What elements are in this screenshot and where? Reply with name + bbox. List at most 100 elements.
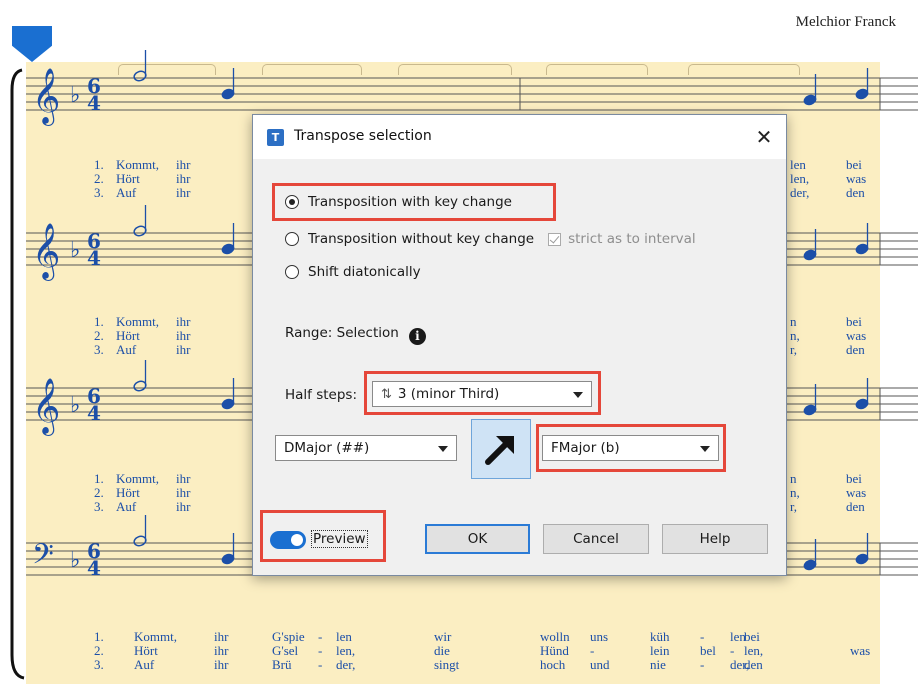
verse-number: 1. [94, 314, 104, 329]
verse-number: 3. [94, 342, 104, 357]
lyric-word: Kommt, [116, 314, 159, 329]
verse-number: 2. [94, 328, 104, 343]
lyric-line: der, den [790, 186, 882, 200]
bass-clef-icon: 𝄢 [32, 538, 54, 578]
to-key-select[interactable]: FMajor (b) [542, 435, 719, 461]
lyric-word: G'spie [272, 629, 305, 644]
verse-number: 1. [94, 471, 104, 486]
lyric-word: bei [846, 157, 862, 172]
info-icon[interactable]: i [408, 328, 426, 345]
help-button[interactable]: Help [662, 524, 768, 554]
lyric-block-right: n bei n, was r, den [790, 472, 882, 514]
dialog-titlebar[interactable]: T Transpose selection ✕ [253, 115, 786, 159]
radio-shift-diatonically[interactable]: Shift diatonically [285, 261, 421, 283]
lyric-word: - [700, 657, 705, 672]
lyric-word: - [318, 657, 323, 672]
lyric-word: ihr [176, 328, 191, 343]
cancel-button[interactable]: Cancel [543, 524, 649, 554]
lyric-line: len, was [790, 172, 882, 186]
lyric-word: len, [336, 643, 356, 658]
lyric-block-right: len bei len, was der, den [790, 158, 882, 200]
strict-interval-checkbox[interactable] [548, 232, 562, 246]
lyric-word: küh [650, 629, 670, 644]
lyric-word: ihr [176, 485, 191, 500]
transpose-dialog: T Transpose selection ✕ Transposition wi… [252, 114, 787, 576]
dialog-title: Transpose selection [294, 128, 432, 144]
lyric-word: ihr [176, 499, 191, 514]
lyric-word: ihr [176, 185, 191, 200]
lyric-word: bel [700, 643, 716, 658]
lyric-block-left: 1. Kommt, ihr 2. Hört ihr 3. Auf ihr [94, 315, 216, 357]
verse-number: 3. [94, 657, 104, 672]
updown-arrows-icon: ⇅ [381, 387, 392, 402]
half-steps-label: Half steps: [285, 387, 358, 403]
lyric-word: Auf [134, 657, 155, 672]
verse-number: 2. [94, 643, 104, 658]
lyric-word: ihr [176, 342, 191, 357]
lyric-line: r, den [790, 500, 882, 514]
ok-button[interactable]: OK [425, 524, 530, 554]
lyric-word: n [790, 314, 797, 329]
lyric-word: n [790, 471, 797, 486]
transpose-direction-button[interactable] [471, 419, 531, 479]
key-signature-flat: ♭ [70, 238, 80, 263]
lyric-word: Auf [116, 499, 137, 514]
key-signature-flat: ♭ [70, 393, 80, 418]
lyric-word: - [590, 643, 595, 658]
lyric-word: uns [590, 629, 609, 644]
arrow-up-right-icon [485, 436, 514, 465]
lyric-word: den [744, 657, 763, 672]
radio-label: Shift diatonically [308, 264, 421, 280]
lyric-line: n, was [790, 329, 882, 343]
lyric-word: Kommt, [116, 157, 159, 172]
preview-toggle[interactable] [270, 531, 306, 549]
lyric-line: 3. Auf ihr [94, 500, 216, 514]
lyric-word: ihr [214, 657, 229, 672]
lyric-word: der, [790, 185, 810, 200]
radio-button[interactable] [285, 265, 299, 279]
from-key-select[interactable]: DMajor (##) [275, 435, 457, 461]
lyric-word: der, [336, 657, 356, 672]
time-signature-bottom: 4 [87, 246, 101, 270]
lyric-word: nie [650, 657, 666, 672]
close-button[interactable]: ✕ [750, 123, 778, 151]
lyric-word: Hört [116, 485, 140, 500]
chevron-down-icon [573, 392, 583, 398]
lyric-word: ihr [214, 643, 229, 658]
verse-number: 3. [94, 185, 104, 200]
lyric-word: r, [790, 342, 798, 357]
lyric-word: Brü [272, 657, 292, 672]
radio-button[interactable] [285, 232, 299, 246]
lyric-word: Kommt, [116, 471, 159, 486]
lyric-line: r, den [790, 343, 882, 357]
lyric-word: bei [744, 629, 760, 644]
score-page: Melchior Franck 𝄞 ♭ 6 4 𝄞 ♭ 6 4 𝄞 ♭ 6 4 𝄢 ♭ 6 4 1. Kommt… [0, 0, 918, 684]
lyric-word: len [790, 157, 806, 172]
half-steps-select[interactable]: ⇅ 3 (minor Third) [372, 381, 592, 407]
lyric-word: G'sel [272, 643, 299, 658]
time-signature-bottom: 4 [87, 91, 101, 115]
lyric-word: Kommt, [134, 629, 177, 644]
lyric-word: - [318, 643, 323, 658]
radio-without-key-change[interactable]: Transposition without key change strict … [285, 228, 696, 250]
lyric-block-left: 1. Kommt, ihr 2. Hört ihr 3. Auf ihr [94, 472, 216, 514]
preview-label[interactable]: Preview [311, 530, 368, 548]
lyric-block-left: 1. Kommt, ihr 2. Hört ihr 3. Auf ihr [94, 158, 216, 200]
lyric-word: Hünd [540, 643, 569, 658]
system-bracket [10, 68, 25, 680]
lyric-word: Hört [116, 171, 140, 186]
lyric-word: Hört [116, 328, 140, 343]
lyric-line: 3. Auf ihr [94, 186, 216, 200]
lyric-word: - [318, 629, 323, 644]
radio-button[interactable] [285, 195, 299, 209]
lyric-word: die [434, 643, 450, 658]
treble-clef-icon: 𝄞 [32, 223, 60, 281]
lyric-line: 1. Kommt, ihr [94, 315, 216, 329]
time-signature-bottom: 4 [87, 556, 101, 580]
radio-with-key-change[interactable]: Transposition with key change [285, 191, 512, 213]
lyric-word: ihr [214, 629, 229, 644]
verse-number: 1. [94, 157, 104, 172]
lyric-word: was [850, 643, 871, 658]
lyric-word: n, [790, 485, 800, 500]
lyric-word: Auf [116, 342, 137, 357]
